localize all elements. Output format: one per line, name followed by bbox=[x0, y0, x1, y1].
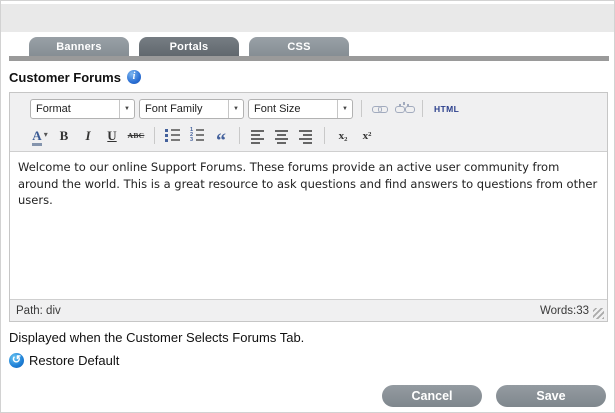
unlink-icon bbox=[396, 102, 413, 116]
editor-path: Path: div bbox=[16, 305, 61, 317]
font-family-dropdown-value: Font Family bbox=[140, 100, 228, 118]
customer-portal-settings-page: Banners Portals CSS Customer Forums i Fo… bbox=[0, 0, 615, 413]
chevron-down-icon bbox=[228, 100, 243, 118]
editor-toolbar: Format Font Family Font Size HTML bbox=[10, 93, 607, 151]
font-size-dropdown[interactable]: Font Size bbox=[248, 99, 353, 119]
toolbar-divider bbox=[324, 127, 325, 144]
font-family-dropdown[interactable]: Font Family bbox=[139, 99, 244, 119]
font-color-icon: A bbox=[32, 129, 41, 146]
bold-button[interactable]: B bbox=[54, 126, 74, 146]
resize-grip-icon[interactable] bbox=[593, 308, 604, 319]
header-band bbox=[1, 4, 614, 32]
italic-button[interactable]: I bbox=[78, 126, 98, 146]
text-color-button[interactable]: A bbox=[30, 126, 50, 146]
chevron-down-icon bbox=[337, 100, 352, 118]
underline-button[interactable]: U bbox=[102, 126, 122, 146]
format-dropdown[interactable]: Format bbox=[30, 99, 135, 119]
tab-css[interactable]: CSS bbox=[249, 37, 349, 56]
tab-banners[interactable]: Banners bbox=[29, 37, 129, 56]
toolbar-divider bbox=[154, 127, 155, 144]
editor-status-bar: Path: div Words:33 bbox=[10, 299, 607, 321]
toolbar-divider bbox=[361, 100, 362, 117]
page-title: Customer Forums bbox=[9, 70, 121, 85]
align-right-button[interactable] bbox=[296, 126, 316, 146]
action-button-row: Cancel Save bbox=[1, 385, 614, 407]
align-right-icon bbox=[299, 128, 313, 144]
remove-link-button[interactable] bbox=[394, 99, 414, 119]
link-icon bbox=[372, 102, 389, 116]
toolbar-divider bbox=[239, 127, 240, 144]
save-button[interactable]: Save bbox=[496, 385, 606, 407]
restore-default-label: Restore Default bbox=[29, 353, 119, 368]
bullet-list-button[interactable] bbox=[163, 126, 183, 146]
toolbar-row-1: Format Font Family Font Size HTML bbox=[30, 95, 607, 122]
restore-default-button[interactable]: ↺ Restore Default bbox=[9, 351, 119, 369]
rich-text-editor: Format Font Family Font Size HTML bbox=[9, 92, 608, 322]
align-left-button[interactable] bbox=[248, 126, 268, 146]
font-size-dropdown-value: Font Size bbox=[249, 100, 337, 118]
numbered-list-icon bbox=[189, 128, 205, 144]
cancel-button[interactable]: Cancel bbox=[382, 385, 482, 407]
editor-content[interactable]: Welcome to our online Support Forums. Th… bbox=[10, 151, 607, 299]
tab-underline-bar bbox=[9, 56, 609, 61]
toolbar-row-2: A B I U ABC “ x₂ x² bbox=[30, 122, 607, 149]
chevron-down-icon bbox=[119, 100, 134, 118]
numbered-list-button[interactable] bbox=[187, 126, 207, 146]
toolbar-divider bbox=[422, 100, 423, 117]
align-center-icon bbox=[275, 128, 289, 144]
insert-link-button[interactable] bbox=[370, 99, 390, 119]
word-count: Words:33 bbox=[540, 305, 589, 317]
align-center-button[interactable] bbox=[272, 126, 292, 146]
html-source-button[interactable]: HTML bbox=[431, 99, 462, 119]
subscript-button[interactable]: x₂ bbox=[333, 126, 353, 146]
chevron-down-icon bbox=[44, 124, 48, 142]
blockquote-button[interactable]: “ bbox=[211, 126, 231, 146]
restore-default-icon: ↺ bbox=[9, 353, 24, 368]
tab-portals[interactable]: Portals bbox=[139, 37, 239, 56]
strikethrough-button[interactable]: ABC bbox=[126, 126, 146, 146]
bullet-list-icon bbox=[165, 128, 181, 144]
info-icon[interactable]: i bbox=[127, 70, 141, 84]
section-header: Customer Forums i bbox=[9, 69, 606, 85]
tab-bar: Banners Portals CSS bbox=[1, 37, 614, 56]
align-left-icon bbox=[251, 128, 265, 144]
superscript-button[interactable]: x² bbox=[357, 126, 377, 146]
field-description: Displayed when the Customer Selects Foru… bbox=[9, 330, 606, 346]
format-dropdown-value: Format bbox=[31, 100, 119, 118]
